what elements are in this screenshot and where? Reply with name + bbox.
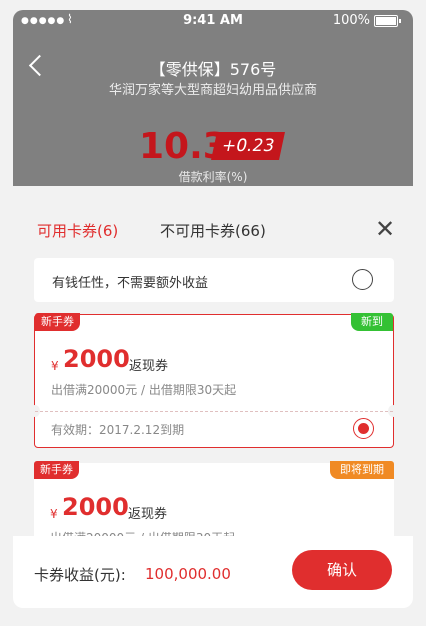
earnings-label: 卡券收益(元): <box>34 566 126 584</box>
currency-symbol: ¥ <box>51 359 59 373</box>
coupon-radio-selected[interactable] <box>353 418 374 439</box>
newbie-badge: 新手券 <box>34 461 79 479</box>
confirm-button[interactable]: 确认 <box>292 550 392 590</box>
coupon-amount: 2000 <box>63 345 130 373</box>
phone-screen: ●●●●● ⌇ 9:41 AM 100% 【零供保】576号 华润万家等大型商超… <box>13 10 413 608</box>
tab-available[interactable]: 可用卡券(6) <box>37 220 118 241</box>
tab-unavailable[interactable]: 不可用卡券(66) <box>160 220 266 241</box>
earnings-value: 100,000.00 <box>145 565 231 583</box>
expiring-badge: 即将到期 <box>330 461 394 479</box>
battery-percent: 100% <box>332 13 370 28</box>
close-icon[interactable]: ✕ <box>375 217 395 241</box>
no-coupon-option[interactable]: 有钱任性，不需要额外收益 <box>34 258 394 302</box>
no-coupon-radio[interactable] <box>352 269 373 290</box>
coupon-expiry: 有效期：2017.2.12到期 <box>51 423 185 437</box>
page-title: 【零供保】576号 <box>149 60 277 79</box>
coupon-type: 返现券 <box>128 507 168 522</box>
new-badge: 新到 <box>351 313 393 331</box>
ticket-divider <box>35 411 393 412</box>
rate-label: 借款利率(%) <box>178 170 248 184</box>
battery-icon <box>374 15 401 27</box>
bottom-bar: 卡券收益(元): 100,000.00 确认 <box>13 536 413 608</box>
status-bar: ●●●●● ⌇ 9:41 AM 100% <box>13 10 413 30</box>
coupon-condition: 出借满20000元 / 出借期限30天起 <box>51 383 237 397</box>
page-subtitle: 华润万家等大型商超妇幼用品供应商 <box>108 83 317 98</box>
rate-delta-badge: +0.23 <box>211 132 286 160</box>
coupon-type: 返现券 <box>129 359 169 374</box>
coupon-tabs: 可用卡券(6) 不可用卡券(66) ✕ <box>13 186 413 252</box>
currency-symbol: ¥ <box>50 507 58 521</box>
coupon-amount: 2000 <box>62 493 129 521</box>
coupon-card[interactable]: 新手券 新到 ¥ 2000 返现券 出借满20000元 / 出借期限30天起 有… <box>30 313 398 448</box>
no-coupon-label: 有钱任性，不需要额外收益 <box>52 276 209 291</box>
newbie-badge: 新手券 <box>35 313 80 331</box>
